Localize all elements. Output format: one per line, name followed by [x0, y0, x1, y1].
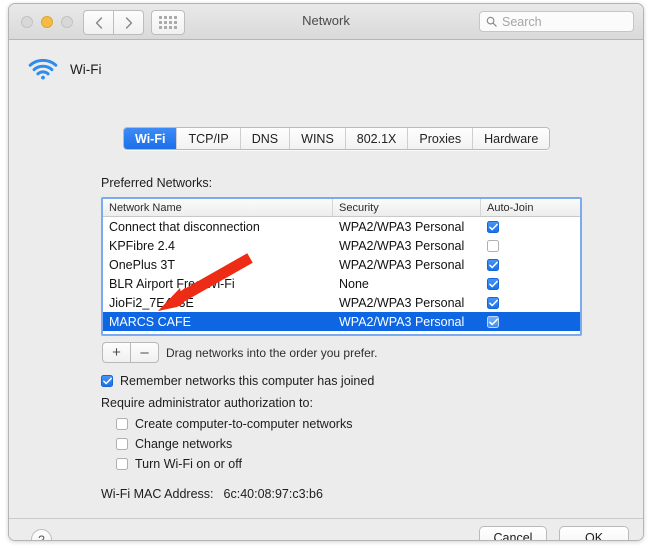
- screenshot-root: Network Wi-Fi: [0, 0, 650, 548]
- preferred-networks-label: Preferred Networks:: [101, 176, 213, 190]
- table-row[interactable]: JioFi2_7E453E WPA2/WPA3 Personal: [103, 293, 580, 312]
- cell-auto-join: [481, 258, 580, 271]
- wifi-icon: [28, 58, 58, 80]
- mac-address-label: Wi-Fi MAC Address:: [101, 487, 214, 501]
- cell-auto-join: [481, 239, 580, 252]
- cell-network-name: OnePlus 3T: [109, 257, 176, 272]
- auth-create-networks-row[interactable]: Create computer-to-computer networks: [116, 417, 352, 431]
- network-preferences-window: Network Wi-Fi: [8, 3, 644, 541]
- cancel-button[interactable]: Cancel: [479, 526, 547, 540]
- remember-networks-checkbox[interactable]: [101, 375, 113, 387]
- cell-network-name: BLR Airport Free Wi-Fi: [109, 276, 235, 291]
- require-authorization-label: Require administrator authorization to:: [101, 396, 313, 410]
- remember-networks-label: Remember networks this computer has join…: [120, 374, 375, 388]
- cell-auto-join: [481, 315, 580, 328]
- auto-join-checkbox[interactable]: [487, 220, 499, 233]
- cell-security: WPA2/WPA3 Personal: [339, 219, 465, 234]
- cell-auto-join: [481, 220, 580, 233]
- remember-networks-row[interactable]: Remember networks this computer has join…: [101, 374, 374, 388]
- auth-change-networks-checkbox[interactable]: [116, 438, 128, 450]
- add-remove-network-buttons: + –: [102, 342, 159, 363]
- table-row[interactable]: Connect that disconnection WPA2/WPA3 Per…: [103, 217, 580, 236]
- tab-8021x[interactable]: 802.1X: [345, 128, 409, 149]
- cell-network-name: JioFi2_7E453E: [109, 295, 194, 310]
- auth-toggle-wifi-row[interactable]: Turn Wi-Fi on or off: [116, 457, 242, 471]
- auto-join-checkbox[interactable]: [487, 296, 499, 309]
- cell-security: WPA2/WPA3 Personal: [339, 295, 465, 310]
- cell-network-name: KPFibre 2.4: [109, 238, 176, 253]
- footer-divider: [9, 518, 643, 519]
- settings-tab-bar: Wi-Fi TCP/IP DNS WINS 802.1X Proxies Har…: [123, 127, 551, 150]
- mac-address-value: 6c:40:08:97:c3:b6: [223, 487, 323, 501]
- table-row[interactable]: KPFibre 2.4 WPA2/WPA3 Personal: [103, 236, 580, 255]
- tab-dns[interactable]: DNS: [240, 128, 291, 149]
- auto-join-checkbox[interactable]: [487, 277, 499, 290]
- minimize-button[interactable]: [41, 16, 53, 28]
- cell-security: WPA2/WPA3 Personal: [339, 257, 465, 272]
- auth-create-networks-checkbox[interactable]: [116, 418, 128, 430]
- auth-toggle-wifi-label: Turn Wi-Fi on or off: [135, 457, 242, 471]
- add-network-button[interactable]: +: [102, 342, 131, 363]
- preferences-content: Wi-Fi Wi-Fi TCP/IP DNS WINS 802.1X Proxi…: [9, 40, 643, 540]
- table-row[interactable]: BLR Airport Free Wi-Fi None: [103, 274, 580, 293]
- help-button[interactable]: ?: [31, 529, 52, 540]
- auto-join-checkbox[interactable]: [487, 239, 499, 252]
- interface-name: Wi-Fi: [70, 61, 102, 77]
- interface-header: Wi-Fi: [28, 58, 101, 80]
- table-header-row: Network Name Security Auto-Join: [103, 199, 580, 217]
- auto-join-checkbox[interactable]: [487, 335, 499, 337]
- show-all-button[interactable]: [151, 10, 185, 35]
- column-header-network-name[interactable]: Network Name: [103, 199, 333, 216]
- table-row-partial[interactable]: [103, 331, 580, 337]
- cell-security: WPA2/WPA3 Personal: [339, 238, 465, 253]
- cell-auto-join: [481, 277, 580, 290]
- auth-create-networks-label: Create computer-to-computer networks: [135, 417, 353, 431]
- close-button[interactable]: [21, 16, 33, 28]
- cell-network-name: MARCS CAFE: [109, 314, 191, 329]
- forward-button[interactable]: [114, 10, 144, 35]
- tab-wifi[interactable]: Wi-Fi: [124, 128, 178, 149]
- tab-wins[interactable]: WINS: [290, 128, 346, 149]
- drag-order-hint: Drag networks into the order you prefer.: [166, 346, 378, 360]
- table-row[interactable]: OnePlus 3T WPA2/WPA3 Personal: [103, 255, 580, 274]
- column-header-security[interactable]: Security: [333, 199, 481, 216]
- auto-join-checkbox[interactable]: [487, 315, 499, 328]
- ok-button[interactable]: OK: [559, 526, 629, 540]
- show-all-grid-icon: [159, 16, 177, 29]
- search-field[interactable]: [479, 11, 634, 32]
- window-titlebar: Network: [9, 4, 643, 40]
- cell-security: WPA2/WPA3 Personal: [339, 314, 465, 329]
- back-button[interactable]: [83, 10, 114, 35]
- cell-network-name: Connect that disconnection: [109, 219, 260, 234]
- navigation-buttons: [83, 10, 144, 35]
- search-input[interactable]: [502, 14, 627, 29]
- cell-auto-join: [481, 296, 580, 309]
- mac-address-line: Wi-Fi MAC Address: 6c:40:08:97:c3:b6: [101, 487, 323, 501]
- auth-change-networks-row[interactable]: Change networks: [116, 437, 232, 451]
- auth-change-networks-label: Change networks: [135, 437, 233, 451]
- chevron-right-icon: [125, 16, 132, 29]
- cell-security: None: [339, 276, 369, 291]
- maximize-button[interactable]: [61, 16, 73, 28]
- table-row-selected[interactable]: MARCS CAFE WPA2/WPA3 Personal: [103, 312, 580, 331]
- auto-join-checkbox[interactable]: [487, 258, 499, 271]
- remove-network-button[interactable]: –: [131, 342, 159, 363]
- tab-tcpip[interactable]: TCP/IP: [177, 128, 241, 149]
- auth-toggle-wifi-checkbox[interactable]: [116, 458, 128, 470]
- preferred-networks-table[interactable]: Network Name Security Auto-Join Connect …: [101, 197, 582, 336]
- search-icon: [486, 16, 497, 27]
- cell-auto-join: [481, 335, 580, 337]
- column-header-auto-join[interactable]: Auto-Join: [481, 199, 580, 216]
- tab-proxies[interactable]: Proxies: [408, 128, 474, 149]
- traffic-lights: [21, 16, 73, 28]
- tab-hardware[interactable]: Hardware: [473, 128, 550, 149]
- chevron-left-icon: [95, 16, 102, 29]
